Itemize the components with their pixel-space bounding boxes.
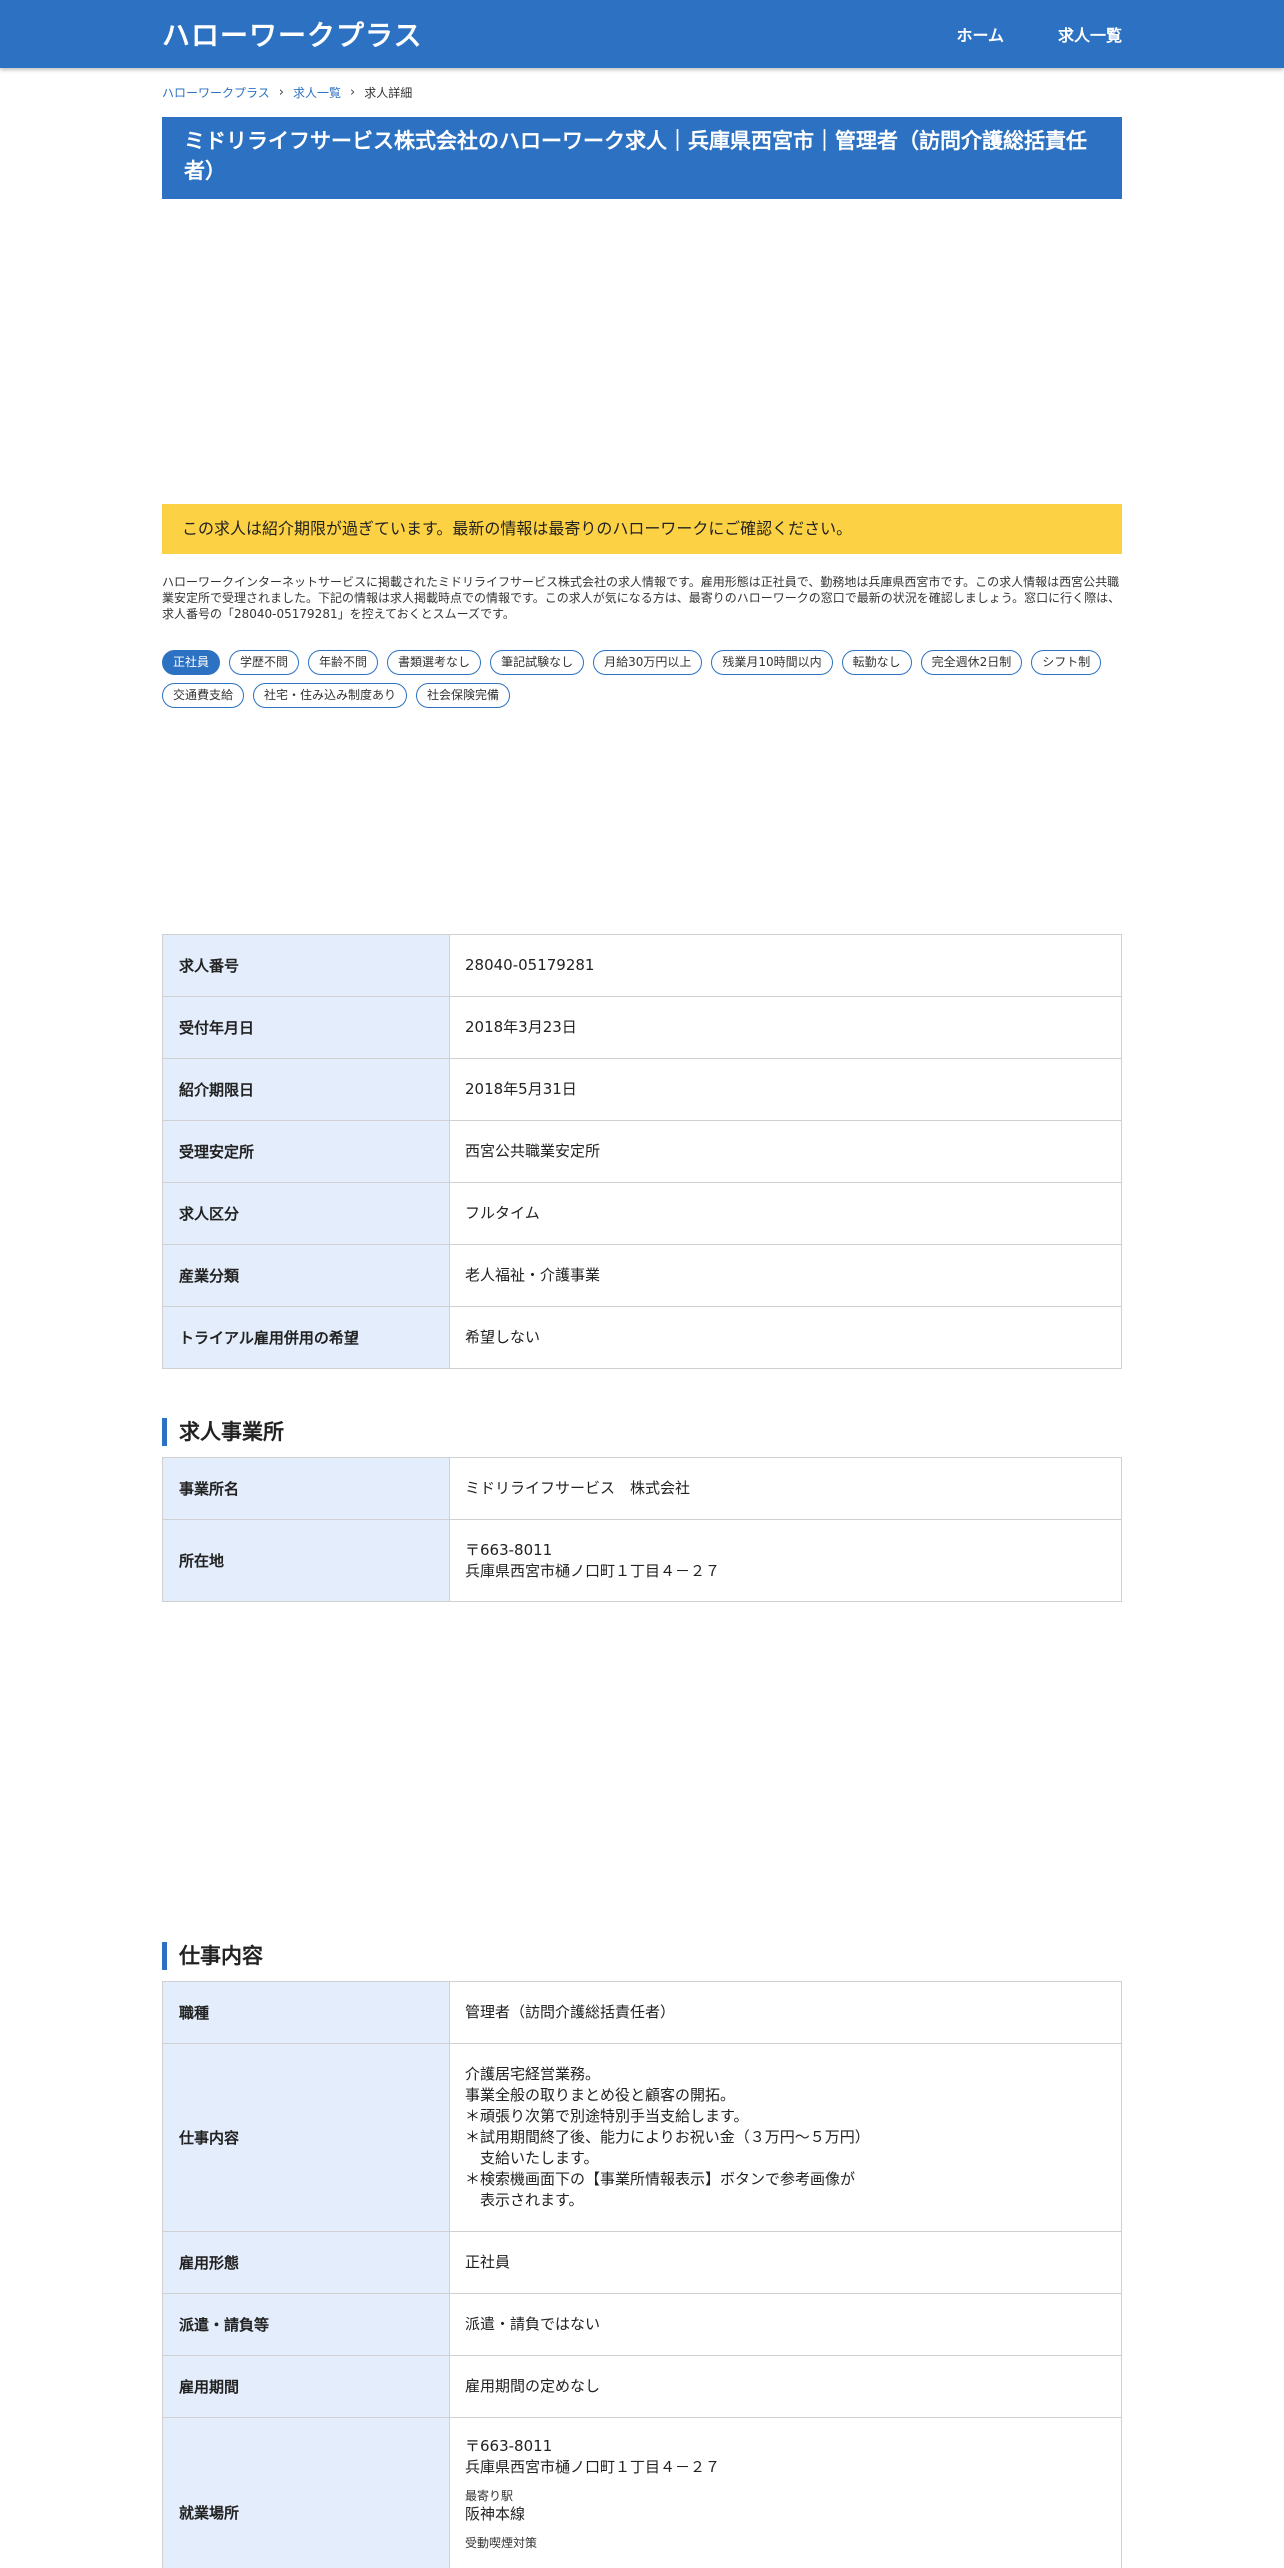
row-value: 2018年5月31日: [449, 1058, 1122, 1121]
row-value: フルタイム: [449, 1182, 1122, 1245]
row-label: 雇用期間: [162, 2355, 450, 2418]
table-row: 就業場所 〒663-8011 兵庫県西宮市樋ノ口町１丁目４－２７ 最寄り駅 阪神…: [162, 2417, 1122, 2568]
breadcrumb-home[interactable]: ハローワークプラス: [162, 84, 270, 101]
row-value: 希望しない: [449, 1306, 1122, 1369]
row-label: トライアル雇用併用の希望: [162, 1306, 450, 1369]
basic-info-table: 求人番号 28040-05179281 受付年月日 2018年3月23日 紹介期限日…: [162, 934, 1122, 1369]
tag: 残業月10時間以内: [711, 650, 833, 675]
row-value: 雇用期間の定めなし: [449, 2355, 1122, 2418]
row-value: 2018年3月23日: [449, 996, 1122, 1059]
table-row: 雇用期間 雇用期間の定めなし: [162, 2355, 1122, 2418]
table-row: トライアル雇用併用の希望 希望しない: [162, 1306, 1122, 1369]
tag: 転勤なし: [841, 650, 912, 675]
tag: 月給30万円以上: [593, 650, 703, 675]
row-value: 28040-05179281: [449, 934, 1122, 997]
page-title: ミドリライフサービス株式会社のハローワーク求人｜兵庫県西宮市｜管理者（訪問介護総…: [162, 117, 1122, 199]
row-label: 事業所名: [162, 1457, 450, 1520]
row-label: 受理安定所: [162, 1120, 450, 1183]
smoking-label: 受動喫煙対策: [465, 2536, 538, 2550]
row-value: ミドリライフサービス 株式会社: [449, 1457, 1122, 1520]
table-row: 雇用形態 正社員: [162, 2231, 1122, 2294]
row-value: 〒663-8011 兵庫県西宮市樋ノ口町１丁目４－２７: [449, 1519, 1122, 1602]
office-table: 事業所名 ミドリライフサービス 株式会社 所在地 〒663-8011 兵庫県西宮市樋…: [162, 1457, 1122, 1602]
row-label: 紹介期限日: [162, 1058, 450, 1121]
tag: 筆記試験なし: [490, 650, 585, 675]
station-value: 阪神本線: [465, 2505, 526, 2523]
chevron-right-icon: ›: [349, 85, 356, 100]
row-value: 西宮公共職業安定所: [449, 1120, 1122, 1183]
table-row: 受付年月日 2018年3月23日: [162, 996, 1122, 1059]
table-row: 職種 管理者（訪問介護総括責任者）: [162, 1981, 1122, 2044]
breadcrumb: ハローワークプラス › 求人一覧 › 求人詳細: [162, 84, 412, 101]
row-label: 求人番号: [162, 934, 450, 997]
row-label: 就業場所: [162, 2417, 450, 2568]
table-row: 求人区分 フルタイム: [162, 1182, 1122, 1245]
table-row: 派遣・請負等 派遣・請負ではない: [162, 2293, 1122, 2356]
table-row: 所在地 〒663-8011 兵庫県西宮市樋ノ口町１丁目４－２７: [162, 1519, 1122, 1602]
tag: 完全週休2日制: [920, 650, 1023, 675]
tag-list: 正社員 学歴不問 年齢不問 書類選考なし 筆記試験なし 月給30万円以上 残業月…: [162, 650, 1122, 716]
site-title[interactable]: ハローワークプラス: [162, 14, 422, 54]
row-label: 産業分類: [162, 1244, 450, 1307]
row-value: 老人福祉・介護事業: [449, 1244, 1122, 1307]
expired-notice: この求人は紹介期限が過ぎています。最新の情報は最寄りのハローワークにご確認くださ…: [162, 504, 1122, 554]
nav-job-list-link[interactable]: 求人一覧: [1058, 22, 1122, 46]
row-label: 雇用形態: [162, 2231, 450, 2294]
row-value: 〒663-8011 兵庫県西宮市樋ノ口町１丁目４－２７ 最寄り駅 阪神本線 受動…: [449, 2417, 1122, 2568]
job-table: 職種 管理者（訪問介護総括責任者） 仕事内容 介護居宅経営業務。 事業全般の取りまと…: [162, 1981, 1122, 2568]
table-row: 事業所名 ミドリライフサービス 株式会社: [162, 1457, 1122, 1520]
section-heading-office: 求人事業所: [162, 1418, 1122, 1446]
table-row: 求人番号 28040-05179281: [162, 934, 1122, 997]
station-label: 最寄り駅: [465, 2489, 514, 2503]
row-value: 正社員: [449, 2231, 1122, 2294]
row-label: 受付年月日: [162, 996, 450, 1059]
tag: 正社員: [162, 650, 221, 675]
row-label: 所在地: [162, 1519, 450, 1602]
chevron-right-icon: ›: [278, 85, 284, 100]
tag: 年齢不問: [308, 650, 379, 675]
main-nav: ホーム 求人一覧: [902, 22, 1122, 46]
tag: 学歴不問: [229, 650, 300, 675]
row-label: 職種: [162, 1981, 450, 2044]
job-description-summary: ハローワークインターネットサービスに掲載されたミドリライフサービス株式会社の求人…: [162, 575, 1121, 621]
tag: 社会保険完備: [416, 683, 511, 708]
tag: 交通費支給: [162, 683, 245, 708]
nav-home-link[interactable]: ホーム: [956, 22, 1004, 46]
tag: 社宅・住み込み制度あり: [253, 683, 408, 708]
breadcrumb-current: 求人詳細: [364, 86, 413, 100]
row-value: 管理者（訪問介護総括責任者）: [449, 1981, 1122, 2044]
row-label: 仕事内容: [162, 2043, 450, 2232]
table-row: 紹介期限日 2018年5月31日: [162, 1058, 1122, 1121]
row-value: 派遣・請負ではない: [449, 2293, 1122, 2356]
top-bar: ハローワークプラス ホーム 求人一覧: [0, 0, 1284, 68]
breadcrumb-job-list[interactable]: 求人一覧: [293, 84, 341, 101]
table-row: 受理安定所 西宮公共職業安定所: [162, 1120, 1122, 1183]
row-label: 派遣・請負等: [162, 2293, 450, 2356]
row-value: 介護居宅経営業務。 事業全般の取りまとめ役と顧客の開拓。 ＊頑張り次第で別途特別…: [449, 2043, 1122, 2232]
tag: シフト制: [1031, 650, 1102, 675]
workplace-address: 〒663-8011 兵庫県西宮市樋ノ口町１丁目４－２７: [465, 2437, 721, 2476]
row-label: 求人区分: [162, 1182, 450, 1245]
tag: 書類選考なし: [387, 650, 482, 675]
table-row: 仕事内容 介護居宅経営業務。 事業全般の取りまとめ役と顧客の開拓。 ＊頑張り次第で…: [162, 2043, 1122, 2232]
table-row: 産業分類 老人福祉・介護事業: [162, 1244, 1122, 1307]
section-heading-job: 仕事内容: [162, 1942, 1122, 1970]
